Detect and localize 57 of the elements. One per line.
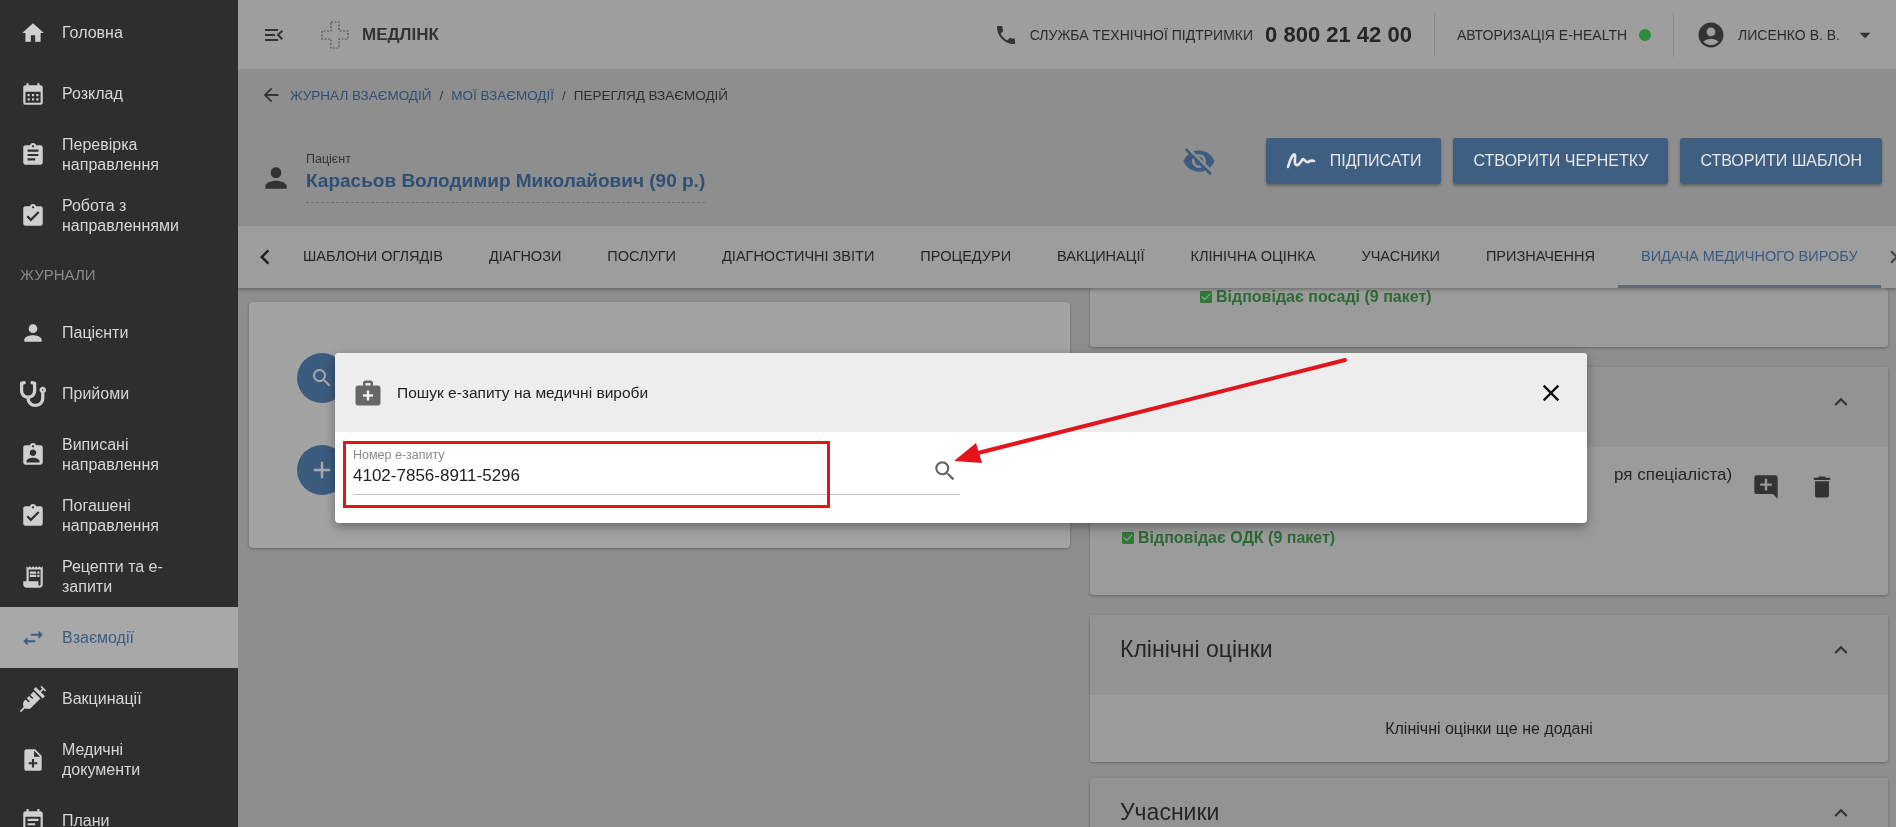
signature-icon [1285, 151, 1316, 171]
section-title: Учасники [1120, 800, 1220, 826]
sidebar-item[interactable]: Робота з направленнями [0, 185, 238, 246]
empty-message: Клінічні оцінки ще не додані [1384, 718, 1594, 739]
sign-button[interactable]: ПІДПИСАТИ [1265, 138, 1442, 184]
support-label: СЛУЖБА ТЕХНІЧНОЇ ПІДТРИМКИ [1029, 26, 1254, 43]
status-text: Відповідає посаді (9 пакет) [1198, 288, 1888, 306]
tab[interactable]: ПРИЗНАЧЕННЯ [1462, 226, 1618, 288]
sidebar-section-title: ЖУРНАЛИ [19, 264, 97, 285]
brand-name: МЕДЛІНК [362, 24, 439, 45]
breadcrumb-separator: / [439, 87, 444, 103]
add-comment-icon[interactable] [1752, 473, 1780, 501]
checkbox-icon [1120, 530, 1136, 546]
stethoscope-icon [20, 380, 46, 407]
tab[interactable]: ПРОЦЕДУРИ [897, 226, 1035, 288]
section-title: Клінічні оцінки [1120, 637, 1273, 663]
action-button[interactable]: СТВОРИТИ ЧЕРНЕТКУ [1453, 138, 1669, 184]
sidebar-item[interactable]: Медичні документи [0, 729, 238, 790]
dialog-title: Пошук е-запиту на медичні вироби [397, 383, 650, 402]
action-button[interactable]: СТВОРИТИ ШАБЛОН [1680, 138, 1882, 184]
referral-text: ря спеціаліста) [1614, 465, 1734, 485]
patient-label: Пацієнт [306, 152, 352, 166]
sidebar-item[interactable]: Погашені направлення [0, 485, 238, 546]
tab[interactable]: КЛІНІЧНА ОЦІНКА [1167, 226, 1339, 288]
sidebar-item[interactable]: Розклад [0, 63, 238, 124]
tab[interactable]: ВАКЦИНАЦІЇ [1034, 226, 1168, 288]
clipboard-check-icon [20, 202, 46, 229]
tab[interactable]: ДІАГНОЗИ [466, 226, 585, 288]
notes-icon [20, 807, 46, 827]
sidebar-item[interactable]: Вакцинації [0, 668, 238, 729]
tab[interactable]: ДІАГНОСТИЧНІ ЗВІТИ [699, 226, 898, 288]
sidebar-item[interactable]: Рецепти та е-запити [0, 546, 238, 607]
sidebar-item[interactable]: Прийоми [0, 363, 238, 424]
tab[interactable]: ШАБЛОНИ ОГЛЯДІВ [280, 226, 466, 288]
field-label: Номер е-запиту [353, 448, 446, 462]
sidebar-item[interactable]: Перевірка направлення [0, 124, 238, 185]
sidebar-item[interactable]: Пацієнти [0, 302, 238, 363]
syringe-icon [20, 685, 46, 712]
tab[interactable]: УЧАСНИКИ [1338, 226, 1463, 288]
checkbox-icon [1198, 289, 1214, 305]
clipboard-list-icon [20, 141, 46, 168]
status-text: Відповідає ОДК (9 пакет) [1120, 529, 1848, 547]
breadcrumb-text: ПЕРЕГЛЯД ВЗАЄМОДІЙ [573, 87, 728, 103]
receipt-icon [20, 563, 46, 590]
cross-logo-icon [320, 19, 350, 50]
breadcrumb-separator: / [562, 87, 566, 103]
sidebar-item[interactable]: Головна [0, 2, 238, 63]
sidebar-item[interactable]: Плани [0, 790, 238, 827]
user-name[interactable]: ЛИСЕНКО В. В. [1738, 26, 1840, 43]
tab[interactable]: ПОСЛУГИ [584, 226, 700, 288]
clipboard-icon [20, 441, 46, 468]
support-phone: 0 800 21 42 00 [1265, 21, 1412, 48]
clipboard-check-icon [20, 502, 46, 529]
calendar-icon [20, 80, 46, 107]
sidebar-item[interactable]: Виписані направлення [0, 424, 238, 485]
ehealth-label[interactable]: АВТОРИЗАЦІЯ E-HEALTH [1456, 26, 1628, 43]
sidebar-item[interactable]: Взаємодії [0, 607, 238, 668]
